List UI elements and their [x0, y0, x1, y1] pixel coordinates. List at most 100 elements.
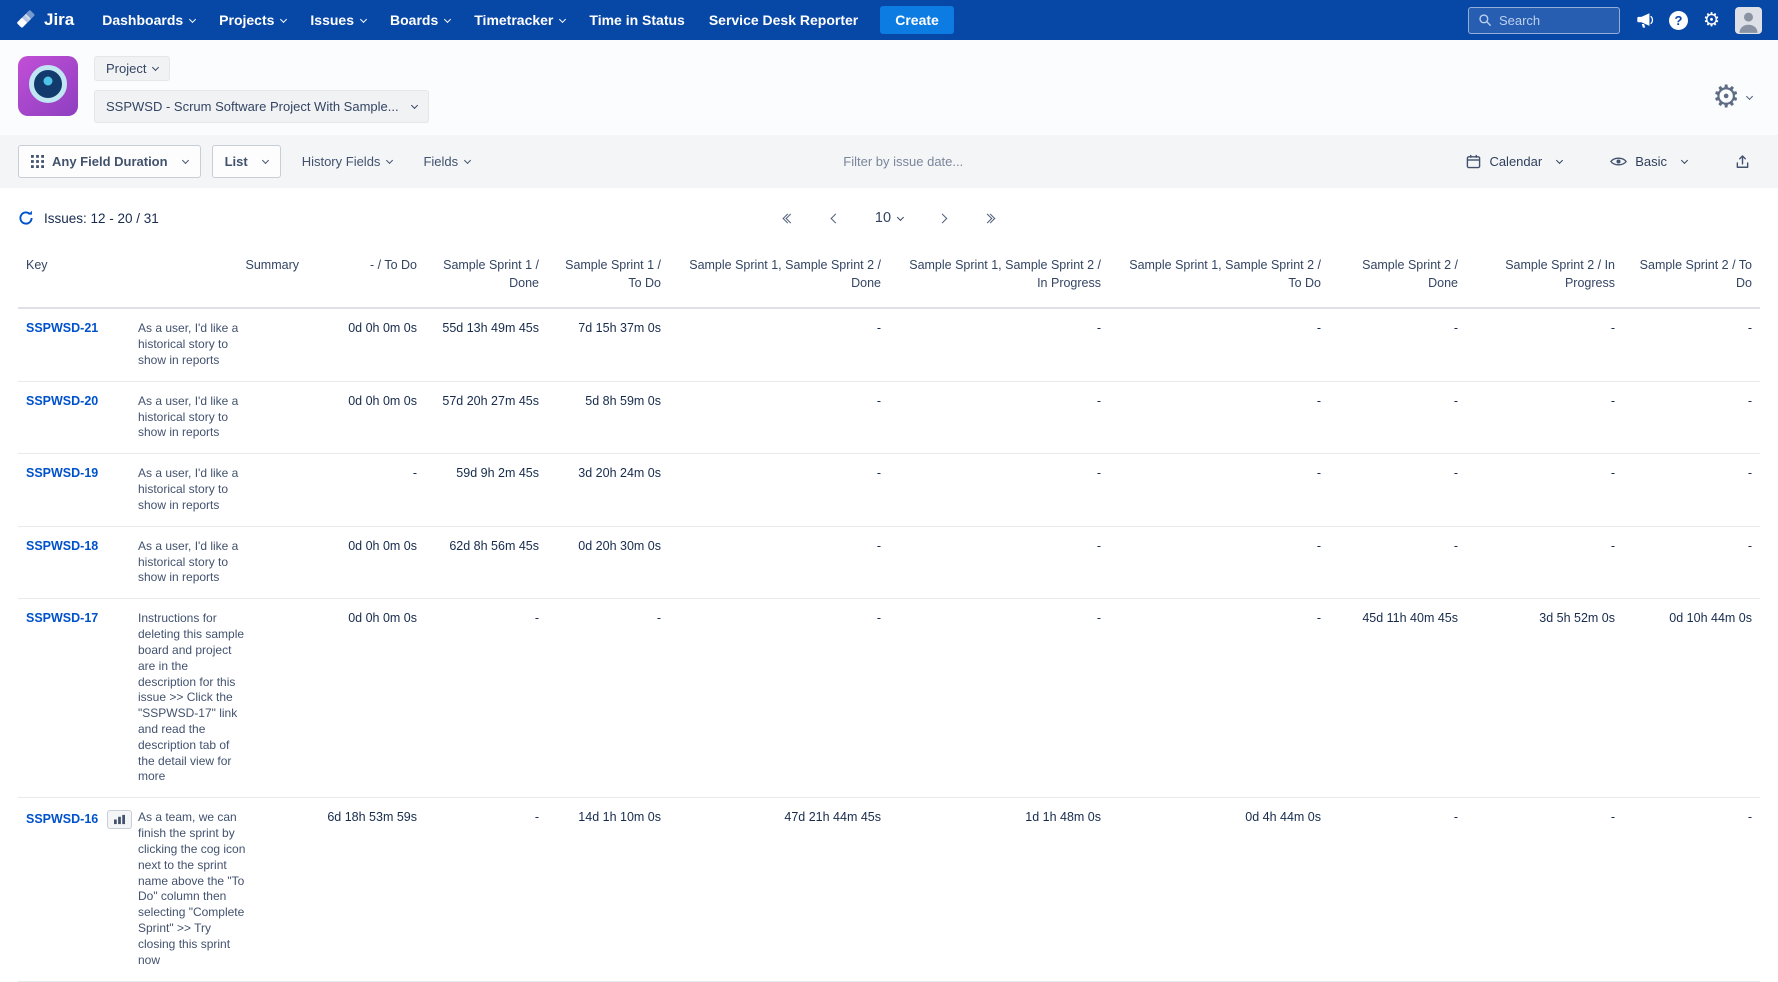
issue-date-filter-input[interactable] — [843, 154, 1093, 169]
scope-selector[interactable]: Project — [94, 56, 170, 81]
duration-cell: - — [1466, 526, 1623, 598]
user-avatar[interactable] — [1735, 7, 1762, 34]
calendar-selector[interactable]: Calendar — [1456, 146, 1572, 177]
last-page-button[interactable] — [982, 213, 996, 224]
chevron-down-icon — [1556, 157, 1563, 164]
duration-cell: 1d 1h 48m 0s — [889, 798, 1109, 981]
column-header: Summary — [130, 248, 307, 308]
view-mode-label: Basic — [1635, 154, 1667, 169]
duration-cell: - — [1329, 526, 1466, 598]
summary-cell: As a team, we can finish the sprint by c… — [130, 798, 307, 981]
fields-button[interactable]: Fields — [413, 146, 480, 177]
chart-button[interactable] — [107, 810, 132, 829]
duration-cell: - — [425, 798, 547, 981]
duration-cell: - — [1109, 308, 1329, 381]
primary-nav: Dashboards Projects Issues Boards Timetr… — [90, 0, 870, 40]
nav-item[interactable]: Projects — [207, 0, 298, 40]
issue-key-link[interactable]: SSPWSD-20 — [26, 394, 98, 408]
duration-cell: - — [669, 308, 889, 381]
duration-cell: 0d 4h 44m 0s — [1109, 798, 1329, 981]
nav-item[interactable]: Service Desk Reporter — [697, 0, 870, 40]
duration-cell: - — [669, 599, 889, 798]
next-page-button[interactable] — [937, 213, 948, 224]
column-header: Sample Sprint 2 / To Do — [1623, 248, 1760, 308]
previous-page-button[interactable] — [830, 213, 841, 224]
field-duration-selector[interactable]: Any Field Duration — [18, 145, 201, 178]
help-button[interactable]: ? — [1669, 11, 1688, 30]
page-size-selector[interactable]: 10 — [875, 210, 903, 226]
chevron-down-icon — [464, 157, 471, 164]
nav-item-label: Boards — [390, 12, 438, 28]
settings-button[interactable]: ⚙ — [1703, 11, 1720, 30]
duration-cell: - — [307, 454, 425, 526]
chevron-down-icon — [897, 213, 904, 220]
key-cell: SSPWSD-16 — [18, 798, 130, 981]
duration-cell: 6d 18h 53m 59s — [307, 798, 425, 981]
report-toolbar: Any Field Duration List History Fields F… — [0, 135, 1778, 188]
history-fields-button[interactable]: History Fields — [292, 146, 403, 177]
summary-cell: As a user, I'd like a historical story t… — [130, 308, 307, 381]
create-button[interactable]: Create — [880, 6, 954, 34]
report-settings-button[interactable]: ⚙ — [1712, 82, 1752, 113]
duration-cell: 3d 20h 24m 0s — [547, 454, 669, 526]
announcements-button[interactable] — [1635, 11, 1654, 29]
nav-item[interactable]: Boards — [378, 0, 462, 40]
top-navbar: Jira Dashboards Projects Issues Boards — [0, 0, 1778, 40]
duration-cell: 62d 8h 56m 45s — [425, 526, 547, 598]
summary-cell: As a user, I'd like a historical story t… — [130, 454, 307, 526]
duration-cell: 0d 20h 30m 0s — [547, 526, 669, 598]
view-selector[interactable]: List — [212, 145, 281, 178]
bar-chart-icon — [113, 814, 126, 825]
nav-item[interactable]: Dashboards — [90, 0, 207, 40]
duration-cell: - — [889, 526, 1109, 598]
jira-logo-icon — [16, 10, 37, 31]
issue-key-link[interactable]: SSPWSD-18 — [26, 539, 98, 553]
duration-cell: - — [1109, 381, 1329, 453]
global-search — [1468, 7, 1620, 34]
refresh-icon — [18, 210, 34, 226]
duration-cell: 0d 0h 0m 0s — [307, 526, 425, 598]
duration-cell: - — [889, 381, 1109, 453]
nav-item[interactable]: Timetracker — [462, 0, 577, 40]
column-header: Key — [18, 248, 130, 308]
duration-cell: - — [1623, 308, 1760, 381]
first-page-button[interactable] — [782, 213, 796, 224]
issue-key-link[interactable]: SSPWSD-19 — [26, 466, 98, 480]
help-icon: ? — [1669, 11, 1688, 30]
summary-cell: As a user, I'd like a historical story t… — [130, 381, 307, 453]
issue-key-link[interactable]: SSPWSD-17 — [26, 611, 98, 625]
key-cell: SSPWSD-19 — [18, 454, 130, 526]
duration-cell: - — [1109, 454, 1329, 526]
duration-cell: - — [669, 454, 889, 526]
nav-item-label: Timetracker — [474, 12, 553, 28]
duration-cell: 5d 8h 59m 0s — [547, 381, 669, 453]
duration-cell: 57d 20h 27m 45s — [425, 381, 547, 453]
duration-cell: - — [547, 599, 669, 798]
chevron-right-icon — [938, 213, 948, 223]
issue-key-link[interactable]: SSPWSD-21 — [26, 321, 98, 335]
duration-cell: - — [1109, 526, 1329, 598]
project-selector-value: SSPWSD - Scrum Software Project With Sam… — [106, 99, 399, 114]
search-input[interactable] — [1499, 13, 1610, 28]
duration-cell: - — [1329, 454, 1466, 526]
table-row: SSPWSD-19 As a user, I'd like a historic… — [18, 454, 1760, 526]
summary-cell: As a user, I'd like a historical story t… — [130, 526, 307, 598]
project-avatar[interactable] — [18, 56, 78, 116]
export-button[interactable] — [1725, 146, 1760, 178]
jira-logo[interactable]: Jira — [16, 10, 74, 31]
refresh-button[interactable] — [18, 210, 34, 226]
issue-key-link[interactable]: SSPWSD-16 — [26, 812, 98, 826]
nav-item[interactable]: Issues — [298, 0, 378, 40]
table-row: SSPWSD-17 Instructions for deleting this… — [18, 599, 1760, 798]
duration-cell: - — [1466, 381, 1623, 453]
nav-item[interactable]: Time in Status — [577, 0, 696, 40]
chevron-down-icon — [444, 15, 451, 22]
duration-cell: - — [889, 308, 1109, 381]
view-mode-selector[interactable]: Basic — [1600, 146, 1697, 177]
duration-cell: 0d 10h 44m 0s — [1623, 599, 1760, 798]
project-selector[interactable]: SSPWSD - Scrum Software Project With Sam… — [94, 90, 429, 123]
duration-cell: - — [1109, 599, 1329, 798]
search-icon — [1478, 13, 1492, 27]
duration-cell: - — [1329, 798, 1466, 981]
nav-item-label: Issues — [310, 12, 354, 28]
